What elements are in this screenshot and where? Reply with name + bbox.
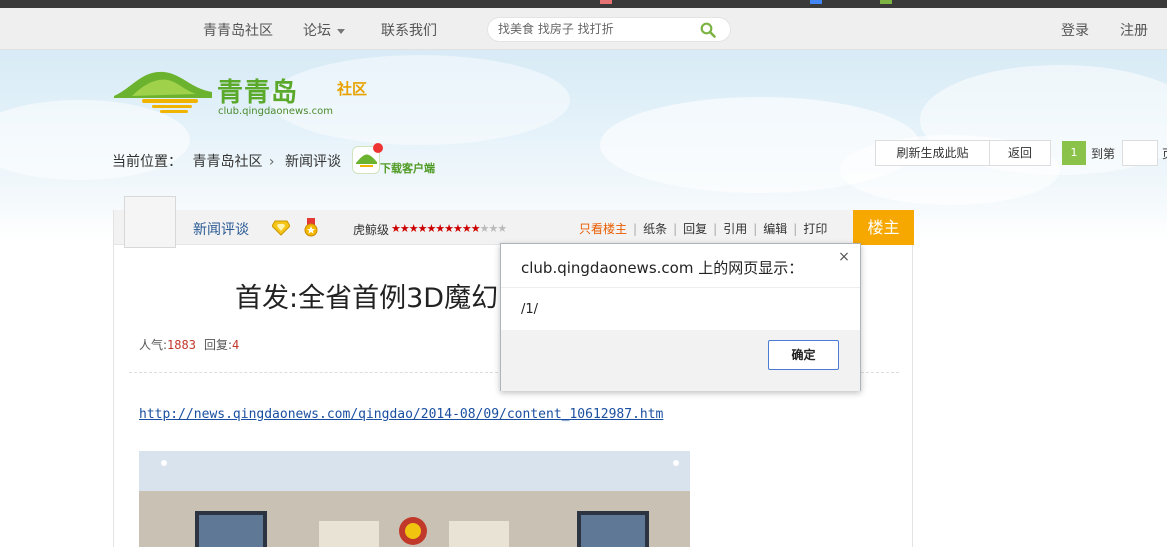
goto-label: 到第 <box>1091 147 1116 161</box>
dialog-message: /1/ <box>521 302 539 317</box>
dialog-title: club.qingdaonews.com 上的网页显示： <box>521 259 804 277</box>
browser-top-strip <box>0 0 1167 8</box>
logo-tag: 社区 <box>337 80 368 98</box>
search-box <box>487 17 731 42</box>
popularity-label: 人气: <box>139 338 168 352</box>
download-client-link[interactable]: 下载客户端 <box>380 160 435 176</box>
floor-badge: 楼主 <box>853 210 914 245</box>
toolbar-divider: | <box>673 222 678 236</box>
logo-name: 青青岛 <box>217 78 299 108</box>
rank-stars: ★★★★★★★★★★★★★ <box>391 222 508 235</box>
search-icon[interactable] <box>700 22 716 38</box>
post-stats: 人气:1883 回复:4 <box>139 336 247 353</box>
register-link[interactable]: 注册 <box>1120 20 1148 40</box>
rank-stars-filled: ★★★★★★★★★★ <box>391 222 481 235</box>
reply-link[interactable]: 回复 <box>683 222 707 236</box>
toolbar-divider: | <box>793 222 798 236</box>
breadcrumb: 当前位置： 青青岛社区 › 新闻评谈 <box>112 151 341 171</box>
strip-mark <box>600 0 612 4</box>
top-nav-bar: 青青岛社区 论坛 联系我们 登录 注册 <box>0 8 1167 50</box>
replies-label: 回复: <box>203 338 232 352</box>
print-link[interactable]: 打印 <box>803 222 827 236</box>
user-rank: 虎鲸级 <box>353 223 390 237</box>
goto-page-input[interactable] <box>1122 140 1158 166</box>
toolbar-divider: | <box>633 222 638 236</box>
post-toolbar: 只看楼主 | 纸条 | 回复 | 引用 | 编辑 | 打印 <box>579 220 827 237</box>
award-medal-icon <box>304 218 318 237</box>
island-logo-icon <box>114 71 212 113</box>
breadcrumb-home[interactable]: 青青岛社区 <box>192 154 262 170</box>
client-app-icon[interactable] <box>352 143 383 174</box>
edit-link[interactable]: 编辑 <box>763 222 787 236</box>
chevron-down-icon <box>337 28 345 34</box>
courtroom-photo <box>139 451 690 547</box>
regenerate-post-button[interactable]: 刷新生成此贴 <box>875 140 990 166</box>
alert-dialog: club.qingdaonews.com 上的网页显示： × /1/ 确定 <box>500 243 861 391</box>
site-logo[interactable]: 青青岛 社区 club.qingdaonews.com <box>112 66 382 122</box>
logo-url: club.qingdaonews.com <box>218 106 333 117</box>
nav-forum-label: 论坛 <box>303 23 331 39</box>
ok-button[interactable]: 确定 <box>768 340 839 370</box>
goto-suffix: 页 <box>1162 145 1167 162</box>
dialog-footer: 确定 <box>501 330 860 391</box>
breadcrumb-prefix: 当前位置： <box>112 154 182 170</box>
dialog-body: /1/ <box>501 287 860 330</box>
diamond-medal-icon <box>272 220 290 236</box>
current-page-button[interactable]: 1 <box>1062 141 1086 165</box>
post-title: 首发:全省首例3D魔幻 <box>235 283 499 314</box>
rank-stars-empty: ★★★ <box>479 222 508 235</box>
forum-name-link[interactable]: 新闻评谈 <box>193 219 249 239</box>
toolbar-divider: | <box>713 222 718 236</box>
nav-home[interactable]: 青青岛社区 <box>203 20 273 40</box>
avatar[interactable] <box>124 196 176 248</box>
post-header: 新闻评谈 虎鲸级 ★★★★★★★★★★★★★ 只看楼主 | 纸条 | 回复 | 引用 | 编辑 |… <box>114 196 914 248</box>
close-icon[interactable]: × <box>837 250 851 264</box>
toolbar-divider: | <box>753 222 758 236</box>
back-button[interactable]: 返回 <box>989 140 1051 166</box>
popularity-count: 1883 <box>167 338 196 352</box>
login-link[interactable]: 登录 <box>1061 20 1089 40</box>
notification-dot <box>373 143 383 153</box>
search-input[interactable] <box>498 22 688 36</box>
strip-mark <box>880 0 892 4</box>
breadcrumb-forum[interactable]: 新闻评谈 <box>285 154 341 170</box>
post-image[interactable] <box>139 451 690 547</box>
chevron-right-icon: › <box>268 154 275 170</box>
only-op-link[interactable]: 只看楼主 <box>579 222 627 236</box>
nav-contact[interactable]: 联系我们 <box>381 20 437 40</box>
replies-count: 4 <box>232 338 240 352</box>
message-link[interactable]: 纸条 <box>643 222 667 236</box>
strip-mark <box>810 0 822 4</box>
news-link[interactable]: http://news.qingdaonews.com/qingdao/2014… <box>139 407 663 422</box>
nav-forum[interactable]: 论坛 <box>303 20 345 40</box>
quote-link[interactable]: 引用 <box>723 222 747 236</box>
